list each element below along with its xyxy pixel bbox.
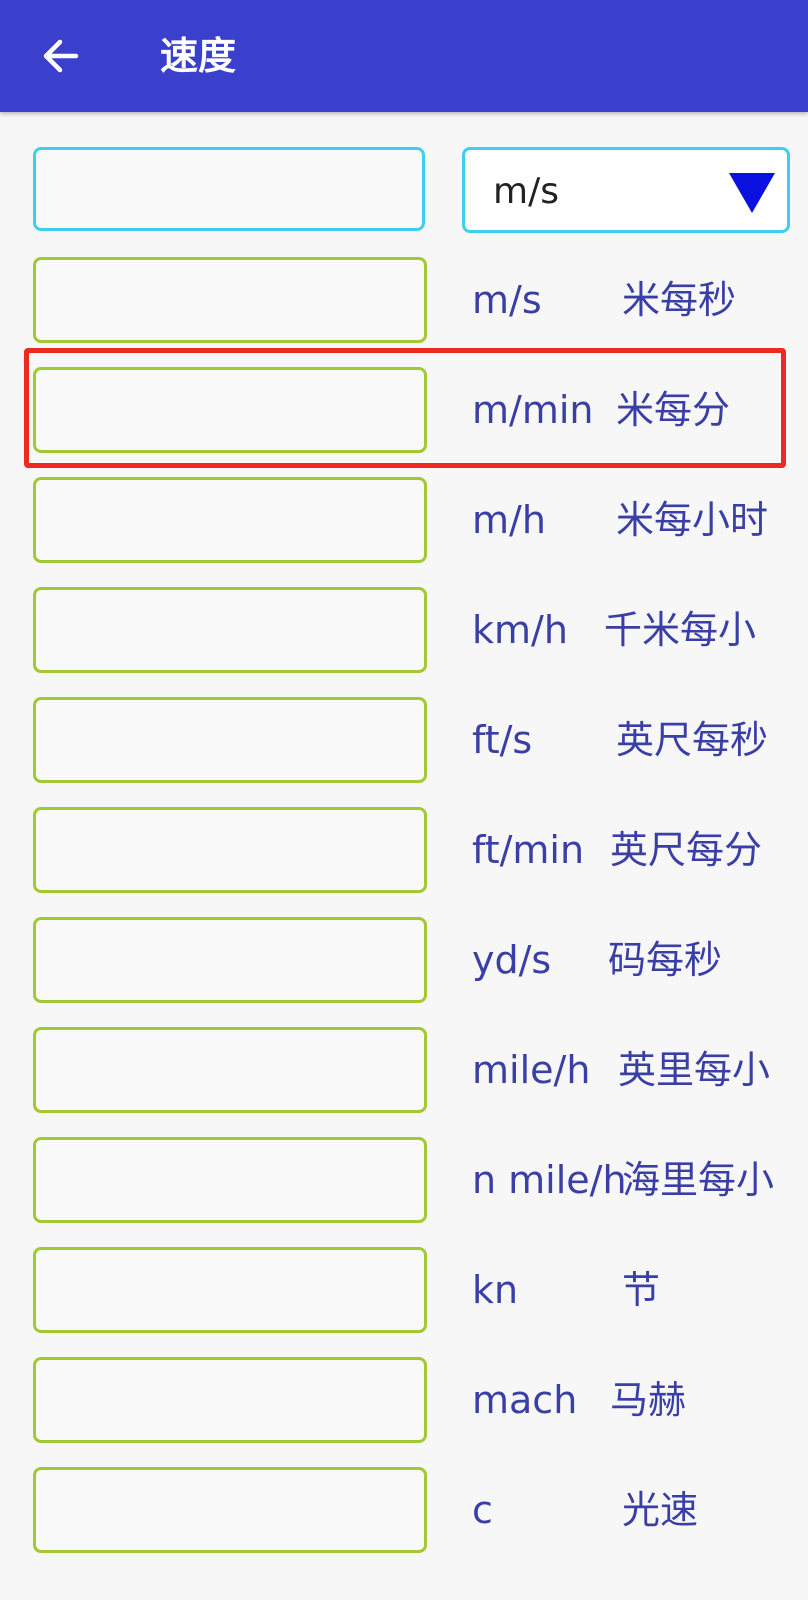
unit-symbol: m/h	[472, 498, 546, 542]
unit-name: 米每小时	[616, 498, 769, 542]
conversion-row: n mile/h 海里每小	[0, 1137, 808, 1247]
value-input[interactable]	[33, 147, 425, 231]
conversion-row: kn 节	[0, 1247, 808, 1357]
result-field[interactable]	[33, 257, 427, 343]
unit-symbol: n mile/h	[472, 1158, 627, 1202]
unit-dropdown[interactable]: m/s	[462, 147, 790, 233]
result-field[interactable]	[33, 587, 427, 673]
unit-name: 米每分	[616, 388, 731, 432]
conversion-row: km/h 千米每小	[0, 587, 808, 697]
unit-symbol: m/s	[472, 278, 542, 322]
unit-name: 米每秒	[622, 278, 737, 322]
unit-name: 英尺每秒	[616, 718, 769, 762]
unit-symbol: kn	[472, 1268, 519, 1312]
unit-symbol: yd/s	[472, 938, 552, 982]
conversion-row: m/min 米每分	[0, 367, 808, 477]
unit-name: 英里每小	[618, 1048, 771, 1092]
unit-symbol: mach	[472, 1378, 578, 1422]
app-bar: 速度	[0, 0, 808, 112]
unit-symbol: ft/min	[472, 828, 585, 872]
unit-symbol: km/h	[472, 608, 568, 652]
unit-name: 马赫	[610, 1378, 687, 1422]
conversion-row: mach 马赫	[0, 1357, 808, 1467]
unit-symbol: m/min	[472, 388, 594, 432]
unit-symbol: mile/h	[472, 1048, 591, 1092]
conversion-row: c 光速	[0, 1467, 808, 1577]
result-field[interactable]	[33, 697, 427, 783]
selected-unit: m/s	[493, 171, 559, 212]
result-field[interactable]	[33, 917, 427, 1003]
arrow-left-icon	[43, 39, 79, 73]
unit-name: 英尺每分	[610, 828, 763, 872]
page-title: 速度	[160, 34, 237, 78]
conversion-row: m/s 米每秒	[0, 257, 808, 367]
result-field[interactable]	[33, 1467, 427, 1553]
conversion-row: ft/s 英尺每秒	[0, 697, 808, 807]
unit-name: 千米每小	[604, 608, 757, 652]
conversion-row: ft/min 英尺每分	[0, 807, 808, 917]
unit-name: 节	[622, 1268, 661, 1312]
unit-symbol: ft/s	[472, 718, 533, 762]
result-field[interactable]	[33, 1357, 427, 1443]
unit-name: 海里每小	[622, 1158, 775, 1202]
result-field[interactable]	[33, 477, 427, 563]
result-field[interactable]	[33, 807, 427, 893]
conversion-row: m/h 米每小时	[0, 477, 808, 587]
unit-symbol: c	[472, 1488, 493, 1532]
result-field[interactable]	[33, 1027, 427, 1113]
conversion-row: mile/h 英里每小	[0, 1027, 808, 1137]
back-button[interactable]	[30, 26, 90, 86]
triangle-down-icon	[729, 173, 775, 213]
result-field[interactable]	[33, 1137, 427, 1223]
unit-name: 码每秒	[608, 938, 723, 982]
result-field[interactable]	[33, 1247, 427, 1333]
result-field[interactable]	[33, 367, 427, 453]
conversion-row: yd/s 码每秒	[0, 917, 808, 1027]
unit-name: 光速	[622, 1488, 699, 1532]
